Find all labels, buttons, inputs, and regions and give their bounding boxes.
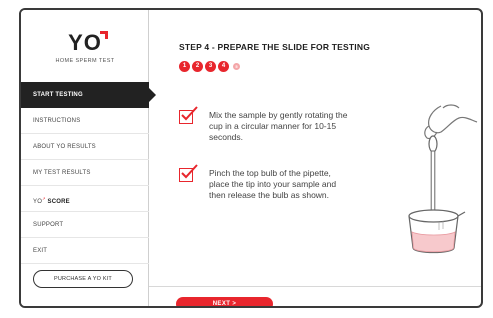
sidebar-nav: START TESTING INSTRUCTIONS ABOUT YO RESU… [21,82,156,264]
instruction-text: Mix the sample by gently rotating the cu… [209,110,348,142]
sidebar: YO HOME SPERM TEST START TESTING INSTRUC… [21,10,156,306]
instruction-item: Mix the sample by gently rotating the cu… [179,106,349,143]
app-window: YO HOME SPERM TEST START TESTING INSTRUC… [19,8,483,308]
sidebar-item-about-yo-results[interactable]: ABOUT YO RESULTS [21,134,149,160]
purchase-kit-button[interactable]: PURCHASE A YO KIT [33,270,133,288]
checkbox-checked-icon[interactable] [179,164,198,182]
sidebar-item-start-testing[interactable]: START TESTING [21,82,156,108]
logo-text: YO [68,30,102,55]
next-button[interactable]: NEXT > [176,297,273,306]
instruction-text: Pinch the top bulb of the pipette, place… [209,168,337,200]
checkbox-checked-icon[interactable] [179,106,198,124]
main-content: STEP 4 - PREPARE THE SLIDE FOR TESTING 1… [149,10,481,306]
brand: YO HOME SPERM TEST [21,30,149,64]
footer-divider [149,286,481,287]
sidebar-item-support[interactable]: SUPPORT [21,212,149,238]
step-dot-3: 3 [205,61,216,72]
logo-accent-icon [99,31,108,39]
yo-logo: YO [68,30,108,56]
pipette-cup-icon [408,104,478,254]
sidebar-item-yo-score[interactable]: YO↗ SCORE [21,186,149,212]
step-dot-2: 2 [192,61,203,72]
instruction-item: Pinch the top bulb of the pipette, place… [179,164,349,201]
logo-subtitle: HOME SPERM TEST [55,58,115,64]
step-dot-5: 5 [233,63,240,70]
step-dot-1: 1 [179,61,190,72]
sidebar-item-exit[interactable]: EXIT [21,238,149,264]
step-progress: 1 2 3 4 5 [179,61,240,72]
sidebar-item-my-test-results[interactable]: MY TEST RESULTS [21,160,149,186]
yo-score-prefix: YO [33,199,43,205]
step-dot-4: 4 [218,61,229,72]
yo-score-label: SCORE [47,199,70,205]
step-title: STEP 4 - PREPARE THE SLIDE FOR TESTING [179,42,371,52]
sidebar-item-instructions[interactable]: INSTRUCTIONS [21,108,149,134]
